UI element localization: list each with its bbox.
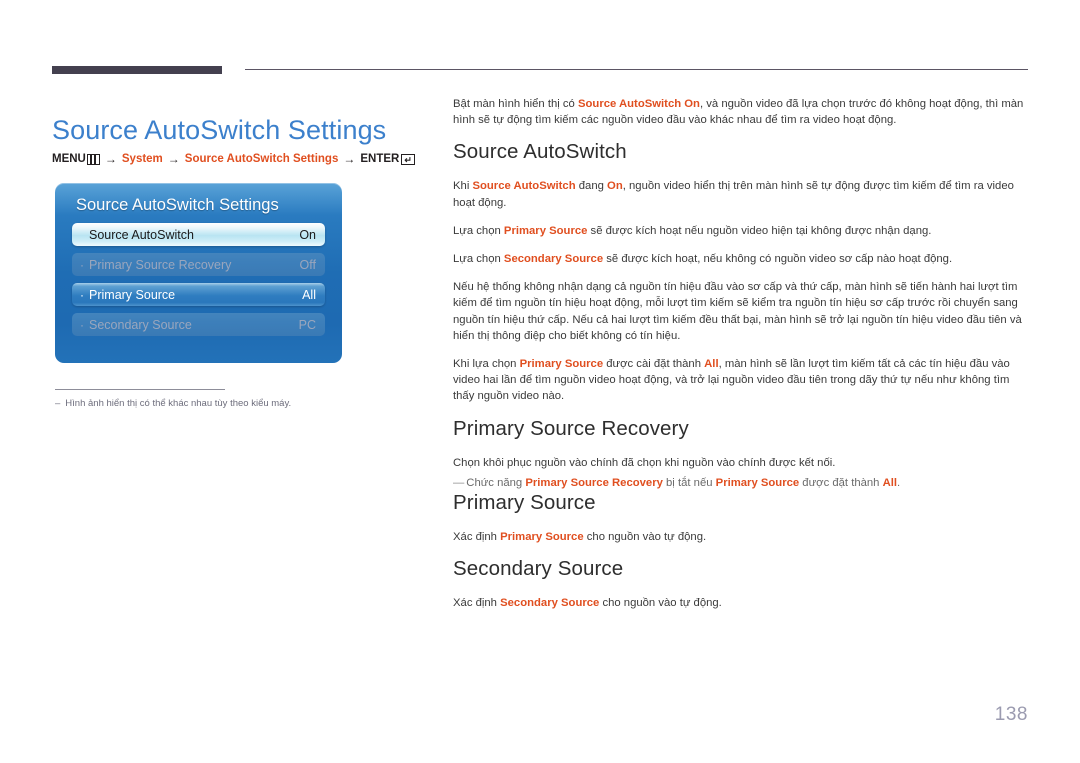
footnote-dash: – [55, 398, 61, 409]
menu-bars-icon [86, 153, 100, 165]
osd-row-primary-source-recovery: · Primary Source Recovery Off [72, 253, 325, 276]
text-a: Khi lựa chọn [453, 358, 520, 371]
osd-row-value: PC [298, 317, 316, 332]
breadcrumb-arrow-1: → [104, 152, 117, 166]
section3-body: Xác định Secondary Source cho nguồn vào … [453, 595, 1031, 611]
breadcrumb-menu-label: MENU [52, 153, 86, 165]
enter-return-icon: ↵ [401, 153, 416, 165]
section2-body: Xác định Primary Source cho nguồn vào tự… [453, 529, 1031, 545]
osd-menu-panel: Source AutoSwitch Settings Source AutoSw… [55, 183, 342, 363]
intro-text-a: Bật màn hình hiển thị có [453, 98, 578, 110]
text-a: Lựa chọn [453, 224, 504, 237]
intro-highlight: Source AutoSwitch On [577, 98, 700, 110]
osd-row-primary-source[interactable]: · Primary Source All [72, 283, 325, 306]
text-b: cho nguồn vào tự động. [599, 597, 722, 610]
text-b: được cài đặt thành [603, 358, 705, 371]
text-a: Xác định [453, 531, 501, 544]
page-title: Source AutoSwitch Settings [52, 115, 387, 146]
text-highlight-2: Primary Source [715, 476, 800, 489]
osd-row-secondary-source: · Secondary Source PC [72, 313, 325, 336]
text-highlight-3: All [882, 476, 898, 489]
text-highlight-2: All [704, 358, 719, 371]
osd-row-label: Secondary Source [89, 317, 192, 332]
text-highlight-1: Primary Source [500, 531, 584, 544]
text-a: Khi [453, 180, 473, 193]
section0-paragraph-4: Khi lựa chọn Primary Source được cài đặt… [453, 356, 1031, 405]
header-rule-line [245, 69, 1028, 70]
text-b: bị tắt nếu [662, 476, 716, 489]
osd-row-value: All [302, 287, 316, 302]
footnote: – Hình ảnh hiển thị có thể khác nhau tùy … [55, 398, 395, 409]
osd-row-value: On [299, 227, 316, 242]
text-d: . [897, 476, 901, 489]
breadcrumb-enter-label: ENTER [360, 153, 400, 165]
osd-row-value: Off [299, 257, 316, 272]
osd-panel-title: Source AutoSwitch Settings [76, 196, 279, 214]
section0-paragraph-2: Lựa chọn Secondary Source sẽ được kích h… [453, 251, 1031, 267]
osd-row-bullet: · [80, 257, 84, 272]
osd-row-label: Primary Source [89, 287, 176, 302]
text-highlight-1: Secondary Source [500, 597, 600, 610]
text-highlight-2: On [607, 180, 623, 193]
section-heading-source-autoswitch: Source AutoSwitch [453, 140, 627, 164]
page-number: 138 [994, 704, 1028, 725]
text-highlight-1: Primary Source [503, 224, 588, 237]
text-b: sẽ được kích hoạt, nếu không có nguồn vi… [603, 253, 953, 266]
header-rule-block [52, 66, 222, 74]
text-a: Chức năng [466, 476, 526, 489]
text-a: Nếu hệ thống không nhận dạng cả nguồn tí… [453, 281, 1022, 342]
footnote-text: Hình ảnh hiển thị có thể khác nhau tùy t… [65, 398, 292, 409]
section-heading-primary-source: Primary Source [453, 491, 596, 515]
text-a: Xác định [453, 597, 501, 610]
section-heading-primary-source-recovery: Primary Source Recovery [453, 416, 689, 440]
osd-row-bullet: · [80, 317, 84, 332]
breadcrumb: MENU → System → Source AutoSwitch Settin… [52, 152, 416, 166]
osd-row-bullet: · [80, 287, 84, 302]
text-highlight-1: Primary Source Recovery [525, 476, 663, 489]
breadcrumb-arrow-3: → [343, 152, 356, 166]
text-b: sẽ được kích hoạt nếu nguồn video hiện t… [587, 224, 932, 237]
osd-row-source-autoswitch[interactable]: Source AutoSwitch On [72, 223, 325, 246]
text-c: được đặt thành [799, 476, 883, 489]
breadcrumb-step-system: System [121, 153, 163, 165]
section1-note: — Chức năng Primary Source Recovery bị tắ… [453, 475, 1031, 491]
section-heading-secondary-source: Secondary Source [453, 557, 624, 581]
section0-paragraph-0: Khi Source AutoSwitch đang On, nguồn vid… [453, 178, 1031, 210]
osd-row-label: Source AutoSwitch [89, 227, 194, 242]
breadcrumb-step-source-autoswitch-settings: Source AutoSwitch Settings [184, 153, 339, 165]
text-b: đang [575, 180, 608, 193]
text-b: cho nguồn vào tự động. [583, 531, 707, 544]
section0-paragraph-3: Nếu hệ thống không nhận dạng cả nguồn tí… [453, 279, 1031, 344]
note-dash: — [453, 476, 464, 489]
text-highlight-1: Primary Source [519, 358, 604, 371]
footnote-divider [55, 389, 225, 390]
text-highlight-1: Secondary Source [503, 253, 604, 266]
section0-paragraph-1: Lựa chọn Primary Source sẽ được kích hoạ… [453, 223, 1031, 239]
section1-body: Chọn khôi phục nguồn vào chính đã chọn k… [453, 456, 836, 469]
intro-paragraph: Bật màn hình hiển thị có Source AutoSwit… [453, 96, 1031, 128]
main-content-column: Bật màn hình hiển thị có Source AutoSwit… [453, 96, 1031, 623]
text-a: Lựa chọn [453, 253, 504, 266]
breadcrumb-arrow-2: → [167, 152, 180, 166]
text-highlight-1: Source AutoSwitch [472, 180, 576, 193]
osd-row-label: Primary Source Recovery [89, 257, 232, 272]
